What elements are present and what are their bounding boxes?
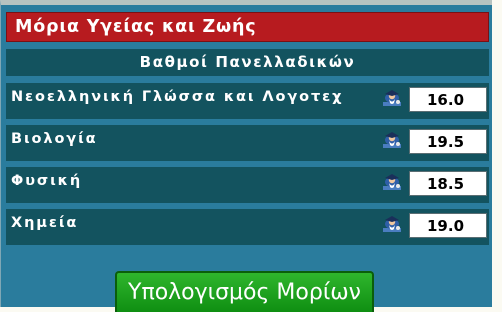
subject-row-chemistry: Χημεία xyxy=(6,209,489,245)
points-calculator-widget: Μόρια Υγείας και Ζωής Βαθμοί Πανελλαδικώ… xyxy=(0,0,492,312)
scholar-icon[interactable] xyxy=(382,173,402,191)
scholar-icon[interactable] xyxy=(382,131,402,149)
subject-label: Φυσική xyxy=(11,173,83,189)
subject-label: Βιολογία xyxy=(11,131,98,147)
subject-label: Χημεία xyxy=(11,215,79,231)
section-header: Βαθμοί Πανελλαδικών xyxy=(6,49,489,76)
scholar-icon[interactable] xyxy=(382,215,402,233)
widget-title: Μόρια Υγείας και Ζωής xyxy=(6,12,489,42)
subject-row-language: Νεοελληνική Γλώσσα και Λογοτεχ xyxy=(6,83,489,119)
grade-input-physics[interactable] xyxy=(409,171,487,196)
scholar-icon[interactable] xyxy=(382,89,402,107)
grade-input-chemistry[interactable] xyxy=(409,213,487,238)
subject-row-biology: Βιολογία xyxy=(6,125,489,161)
grade-input-language[interactable] xyxy=(409,87,487,112)
grade-input-biology[interactable] xyxy=(409,129,487,154)
subject-row-physics: Φυσική xyxy=(6,167,489,203)
calculate-points-button[interactable]: Υπολογισμός Μορίων xyxy=(115,271,374,312)
subject-label: Νεοελληνική Γλώσσα και Λογοτεχ xyxy=(11,89,344,105)
